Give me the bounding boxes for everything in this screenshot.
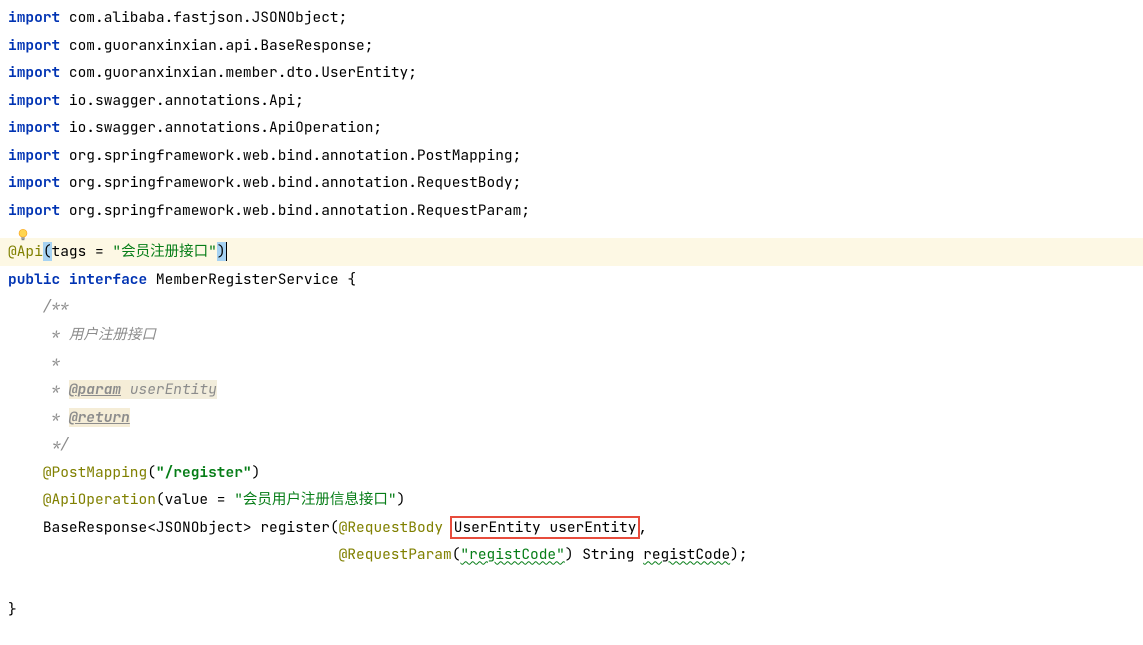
blank-line — [0, 569, 1143, 597]
import-line-4: import io.swagger.annotations.ApiOperati… — [0, 114, 1143, 142]
doc-comment-desc: * 用户注册接口 — [0, 321, 1143, 349]
intention-bulb-line — [0, 224, 1143, 238]
doc-comment-param: * @param userEntity — [0, 376, 1143, 404]
post-mapping-annotation: @PostMapping("/register") — [0, 459, 1143, 487]
method-signature-line2: @RequestParam("registCode") String regis… — [0, 541, 1143, 569]
code-editor[interactable]: import com.alibaba.fastjson.JSONObject; … — [0, 4, 1143, 624]
doc-comment-return: * @return — [0, 404, 1143, 432]
text-cursor — [226, 242, 227, 261]
import-line-7: import org.springframework.web.bind.anno… — [0, 197, 1143, 225]
method-signature-line1: BaseResponse<JSONObject> register(@Reque… — [0, 514, 1143, 542]
import-line-3: import io.swagger.annotations.Api; — [0, 87, 1143, 115]
doc-comment-end: */ — [0, 431, 1143, 459]
import-line-6: import org.springframework.web.bind.anno… — [0, 169, 1143, 197]
import-line-2: import com.guoranxinxian.member.dto.User… — [0, 59, 1143, 87]
api-operation-annotation: @ApiOperation(value = "会员用户注册信息接口") — [0, 486, 1143, 514]
doc-comment-blank: * — [0, 349, 1143, 377]
import-line-0: import com.alibaba.fastjson.JSONObject; — [0, 4, 1143, 32]
doc-comment-start: /** — [0, 293, 1143, 321]
interface-declaration: public interface MemberRegisterService { — [0, 266, 1143, 294]
api-annotation-line: @Api(tags = "会员注册接口") — [0, 238, 1143, 266]
close-brace: } — [0, 596, 1143, 624]
import-line-5: import org.springframework.web.bind.anno… — [0, 142, 1143, 170]
import-line-1: import com.guoranxinxian.api.BaseRespons… — [0, 32, 1143, 60]
lightbulb-icon[interactable] — [16, 224, 30, 238]
highlighted-parameter-box: UserEntity userEntity — [450, 516, 641, 539]
